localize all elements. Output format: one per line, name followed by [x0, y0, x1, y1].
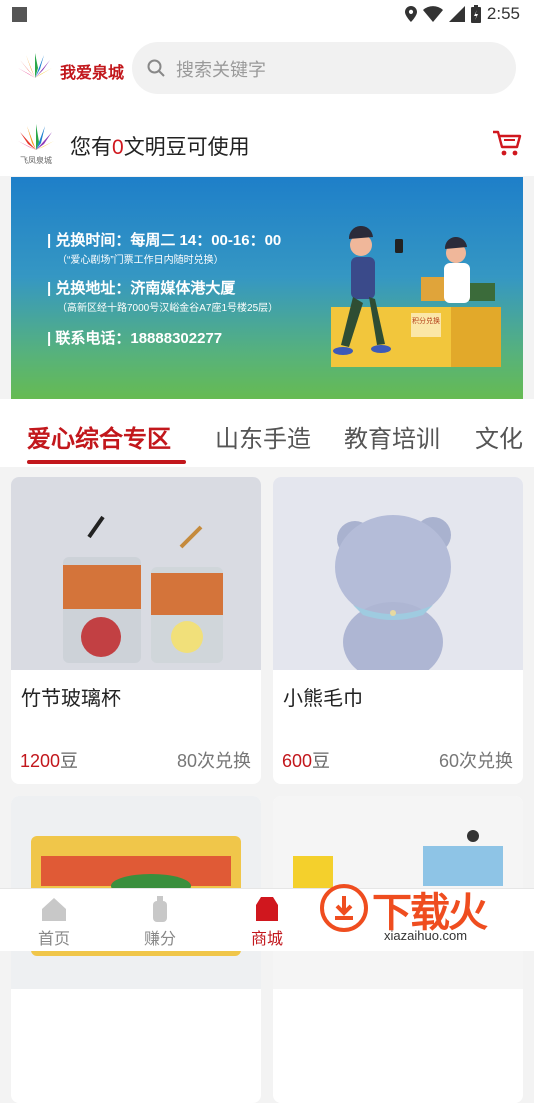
product-name: 小熊毛巾 [283, 688, 363, 710]
status-time: 2:55 [486, 4, 520, 23]
banner-illustration: 积分兑换 [331, 225, 501, 367]
beans-bar: 飞凤泉城 您有0文明豆可使用 [0, 110, 534, 176]
header: 我爱泉城 搜索关键字 [0, 30, 534, 110]
notification-icon [12, 7, 27, 22]
banner-phone: | 联系电话：18888302277 [47, 330, 223, 347]
redeem-count: 80次兑换 [176, 751, 251, 771]
location-icon [404, 6, 417, 22]
nav-earn[interactable]: 赚分 [120, 895, 200, 949]
wifi-icon [422, 6, 443, 22]
status-bar: 2:55 [0, 0, 534, 30]
banner-time-note: （“爱心剧场”门票工作日内随时兑换） [57, 255, 224, 266]
tab-culture[interactable]: 文化 [475, 419, 523, 454]
beans-count: 0 [112, 136, 124, 159]
banner-time: | 兑换时间：每周二 14：00-16：00 [47, 232, 282, 249]
signal-icon [448, 6, 465, 22]
city-logo-caption: 飞凤泉城 [20, 155, 52, 165]
tab-education[interactable]: 教育培训 [344, 419, 440, 454]
redeem-count: 60次兑换 [438, 751, 513, 771]
price-value: 600 [282, 751, 313, 771]
city-logo-icon: 飞凤泉城 [18, 124, 54, 165]
product-card[interactable]: 竹节玻璃杯 1200豆 80次兑换 [11, 477, 261, 784]
app-logo-icon [18, 53, 52, 78]
status-icons: 2:55 [404, 4, 520, 24]
banner-address: | 兑换地址：济南媒体港大厦 [47, 280, 236, 297]
price-value: 1200 [20, 751, 61, 771]
product-image-glass-cup [11, 477, 261, 670]
product-image-bear-towel [273, 477, 523, 670]
bottle-icon [153, 896, 167, 922]
home-icon [42, 898, 66, 921]
product-name: 竹节玻璃杯 [21, 688, 121, 710]
product-price: 1200豆 [20, 747, 78, 773]
tab-love-zone[interactable]: 爱心综合专区 [27, 419, 171, 454]
price-unit: 豆 [60, 751, 79, 771]
beans-prefix: 您有 [70, 136, 112, 159]
nav-home-label: 首页 [37, 931, 70, 948]
search-icon [147, 59, 165, 77]
battery-icon [470, 5, 481, 23]
search-placeholder: 搜索关键字 [176, 60, 266, 80]
product-card[interactable]: 小熊毛巾 600豆 60次兑换 [273, 477, 523, 784]
nav-home[interactable]: 首页 [14, 895, 94, 949]
download-logo-icon [320, 884, 368, 932]
brand-name: 我爱泉城 [60, 65, 125, 82]
price-unit: 豆 [312, 751, 331, 771]
tab-shandong-craft[interactable]: 山东手造 [215, 419, 311, 454]
banner-sign-text: 积分兑换 [412, 316, 440, 325]
cart-icon[interactable] [492, 129, 522, 157]
search-input[interactable]: 搜索关键字 [132, 42, 516, 94]
nav-shop[interactable]: 商城 [227, 895, 307, 949]
beans-balance: 您有0文明豆可使用 [70, 131, 250, 161]
watermark-url: xiazaihuo.com [384, 928, 468, 943]
banner-address-detail: （高新区经十路7000号汉峪金谷A7座1号楼25层） [57, 303, 279, 314]
promo-banner[interactable]: | 兑换时间：每周二 14：00-16：00 （“爱心剧场”门票工作日内随时兑换… [11, 177, 523, 399]
nav-shop-label: 商城 [250, 931, 283, 948]
watermark: 下载火 xiazaihuo.com [318, 876, 528, 946]
category-tabs: 爱心综合专区 山东手造 教育培训 文化 [0, 399, 534, 467]
active-tab-indicator [27, 460, 186, 464]
shop-icon [256, 897, 278, 921]
nav-earn-label: 赚分 [143, 931, 176, 948]
beans-suffix: 文明豆可使用 [123, 136, 250, 159]
product-price: 600豆 [282, 747, 330, 773]
